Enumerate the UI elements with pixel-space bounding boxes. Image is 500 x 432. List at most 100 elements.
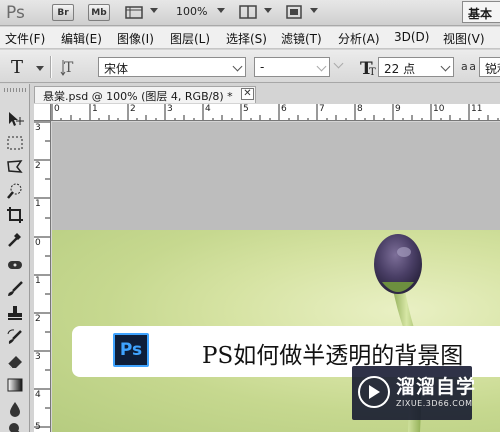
banner-title: PS如何做半透明的背景图 — [202, 343, 464, 369]
launch-bridge-button[interactable]: Br — [52, 4, 74, 21]
tools-panel — [0, 84, 30, 432]
screen-mode-button[interactable] — [284, 4, 306, 21]
clone-stamp-tool[interactable] — [4, 302, 26, 324]
chevron-down-icon — [232, 61, 243, 72]
font-style-select[interactable]: - — [254, 57, 330, 77]
font-size-icon: T T — [360, 59, 376, 79]
chevron-down-icon — [333, 58, 344, 69]
photoshop-badge-icon: Ps — [113, 333, 149, 367]
view-extras-icon — [125, 6, 143, 19]
close-icon[interactable]: ✕ — [241, 88, 254, 100]
menu-select[interactable]: 选择(S) — [226, 30, 267, 47]
ruler-label: 3 — [35, 123, 41, 133]
chevron-down-icon[interactable] — [217, 8, 225, 13]
svg-text:T: T — [11, 57, 23, 78]
arrange-documents-icon — [239, 5, 257, 19]
vertical-ruler[interactable]: 3 2 1 0 1 2 3 4 5 — [34, 104, 51, 432]
chevron-down-icon[interactable] — [310, 8, 318, 13]
view-extras-button[interactable] — [124, 4, 146, 21]
ruler-label: 5 — [35, 422, 41, 432]
font-family-value: 宋体 — [104, 62, 129, 76]
menu-bar: 文件(F) 编辑(E) 图像(I) 图层(L) 选择(S) 滤镜(T) 分析(A… — [0, 27, 500, 49]
brush-tool[interactable] — [4, 278, 26, 300]
panel-grip[interactable] — [4, 88, 26, 92]
ruler-origin[interactable] — [34, 104, 51, 121]
clone-stamp-icon — [8, 306, 22, 320]
marquee-tool[interactable] — [4, 132, 26, 154]
font-size-value: 22 点 — [384, 62, 416, 76]
chevron-down-icon — [440, 61, 451, 72]
chevron-down-icon[interactable] — [150, 8, 158, 13]
menu-image[interactable]: 图像(I) — [117, 30, 154, 47]
horizontal-ruler[interactable]: 0 1 2 3 4 5 6 7 8 9 10 11 — [34, 104, 500, 121]
canvas-grey-layer[interactable] — [52, 122, 500, 230]
menu-layer[interactable]: 图层(L) — [170, 30, 210, 47]
menu-edit[interactable]: 编辑(E) — [61, 30, 102, 47]
ruler-ticks — [34, 121, 50, 428]
eyedropper-tool[interactable] — [4, 228, 26, 250]
eraser-tool[interactable] — [4, 350, 26, 372]
gradient-icon — [7, 378, 23, 392]
anti-alias-value: 锐利 — [485, 62, 500, 76]
anti-alias-select[interactable]: 锐利 — [479, 57, 500, 77]
crop-icon — [7, 207, 23, 223]
divider — [50, 56, 51, 78]
ruler-label: 1 — [35, 199, 41, 209]
ruler-label: 1 — [92, 104, 98, 114]
chevron-down-icon[interactable] — [264, 8, 272, 13]
history-brush-tool[interactable] — [4, 326, 26, 348]
dodge-tool[interactable] — [4, 418, 26, 432]
lasso-tool[interactable] — [4, 156, 26, 178]
play-icon — [369, 385, 380, 399]
font-size-select[interactable]: 22 点 — [378, 57, 454, 77]
menu-view[interactable]: 视图(V) — [443, 30, 485, 47]
tool-preset-picker[interactable]: T — [8, 56, 48, 78]
ruler-ticks — [51, 104, 499, 120]
ruler-label: 6 — [281, 104, 287, 114]
ruler-label: 11 — [471, 104, 483, 114]
blur-tool[interactable] — [4, 398, 26, 420]
gradient-tool[interactable] — [4, 374, 26, 396]
menu-filter[interactable]: 滤镜(T) — [281, 30, 322, 47]
launch-minibridge-button[interactable]: Mb — [88, 4, 110, 21]
menu-3d[interactable]: 3D(D) — [394, 30, 429, 44]
document-tab[interactable]: 悬棠.psd @ 100% (图层 4, RGB/8) * — [34, 86, 256, 103]
menu-analysis[interactable]: 分析(A) — [338, 30, 380, 47]
watermark-name: 溜溜自学 — [396, 376, 477, 398]
ruler-label: 4 — [205, 104, 211, 114]
anti-alias-icon: a a — [461, 60, 476, 73]
ruler-label: 10 — [433, 104, 445, 114]
arrange-documents-button[interactable] — [238, 4, 260, 21]
svg-text:T: T — [64, 60, 74, 76]
screen-mode-icon — [286, 5, 302, 19]
workspace-switcher[interactable]: 基本 — [462, 1, 500, 23]
history-brush-icon — [7, 329, 22, 344]
ruler-label: 2 — [130, 104, 136, 114]
crop-tool[interactable] — [4, 204, 26, 226]
type-tool-icon: T — [11, 57, 44, 78]
healing-brush-tool[interactable] — [4, 254, 26, 276]
move-tool[interactable] — [4, 108, 26, 130]
font-style-arrow[interactable] — [333, 58, 345, 72]
text-orientation-button[interactable]: T — [60, 56, 84, 78]
ruler-label: 4 — [35, 390, 41, 400]
rect-marquee-icon — [7, 136, 23, 150]
options-bar: T T 宋体 - T T 22 点 a a 锐利 — [0, 50, 500, 83]
ruler-label: 8 — [357, 104, 363, 114]
brush-icon — [8, 281, 23, 296]
ruler-label: 9 — [395, 104, 401, 114]
ruler-label: 0 — [35, 238, 41, 248]
eraser-icon — [7, 356, 22, 369]
ruler-label: 2 — [35, 161, 41, 171]
font-family-select[interactable]: 宋体 — [98, 57, 246, 77]
healing-brush-icon — [8, 261, 22, 269]
dodge-icon — [9, 423, 20, 432]
blur-drop-icon — [10, 402, 20, 417]
menu-file[interactable]: 文件(F) — [5, 30, 45, 47]
zoom-level[interactable]: 100% — [176, 5, 207, 18]
text-orientation-icon: T — [60, 60, 74, 76]
ruler-label: 7 — [319, 104, 325, 114]
ruler-label: 1 — [35, 276, 41, 286]
svg-text:T: T — [369, 67, 376, 78]
quick-select-tool[interactable] — [4, 180, 26, 202]
